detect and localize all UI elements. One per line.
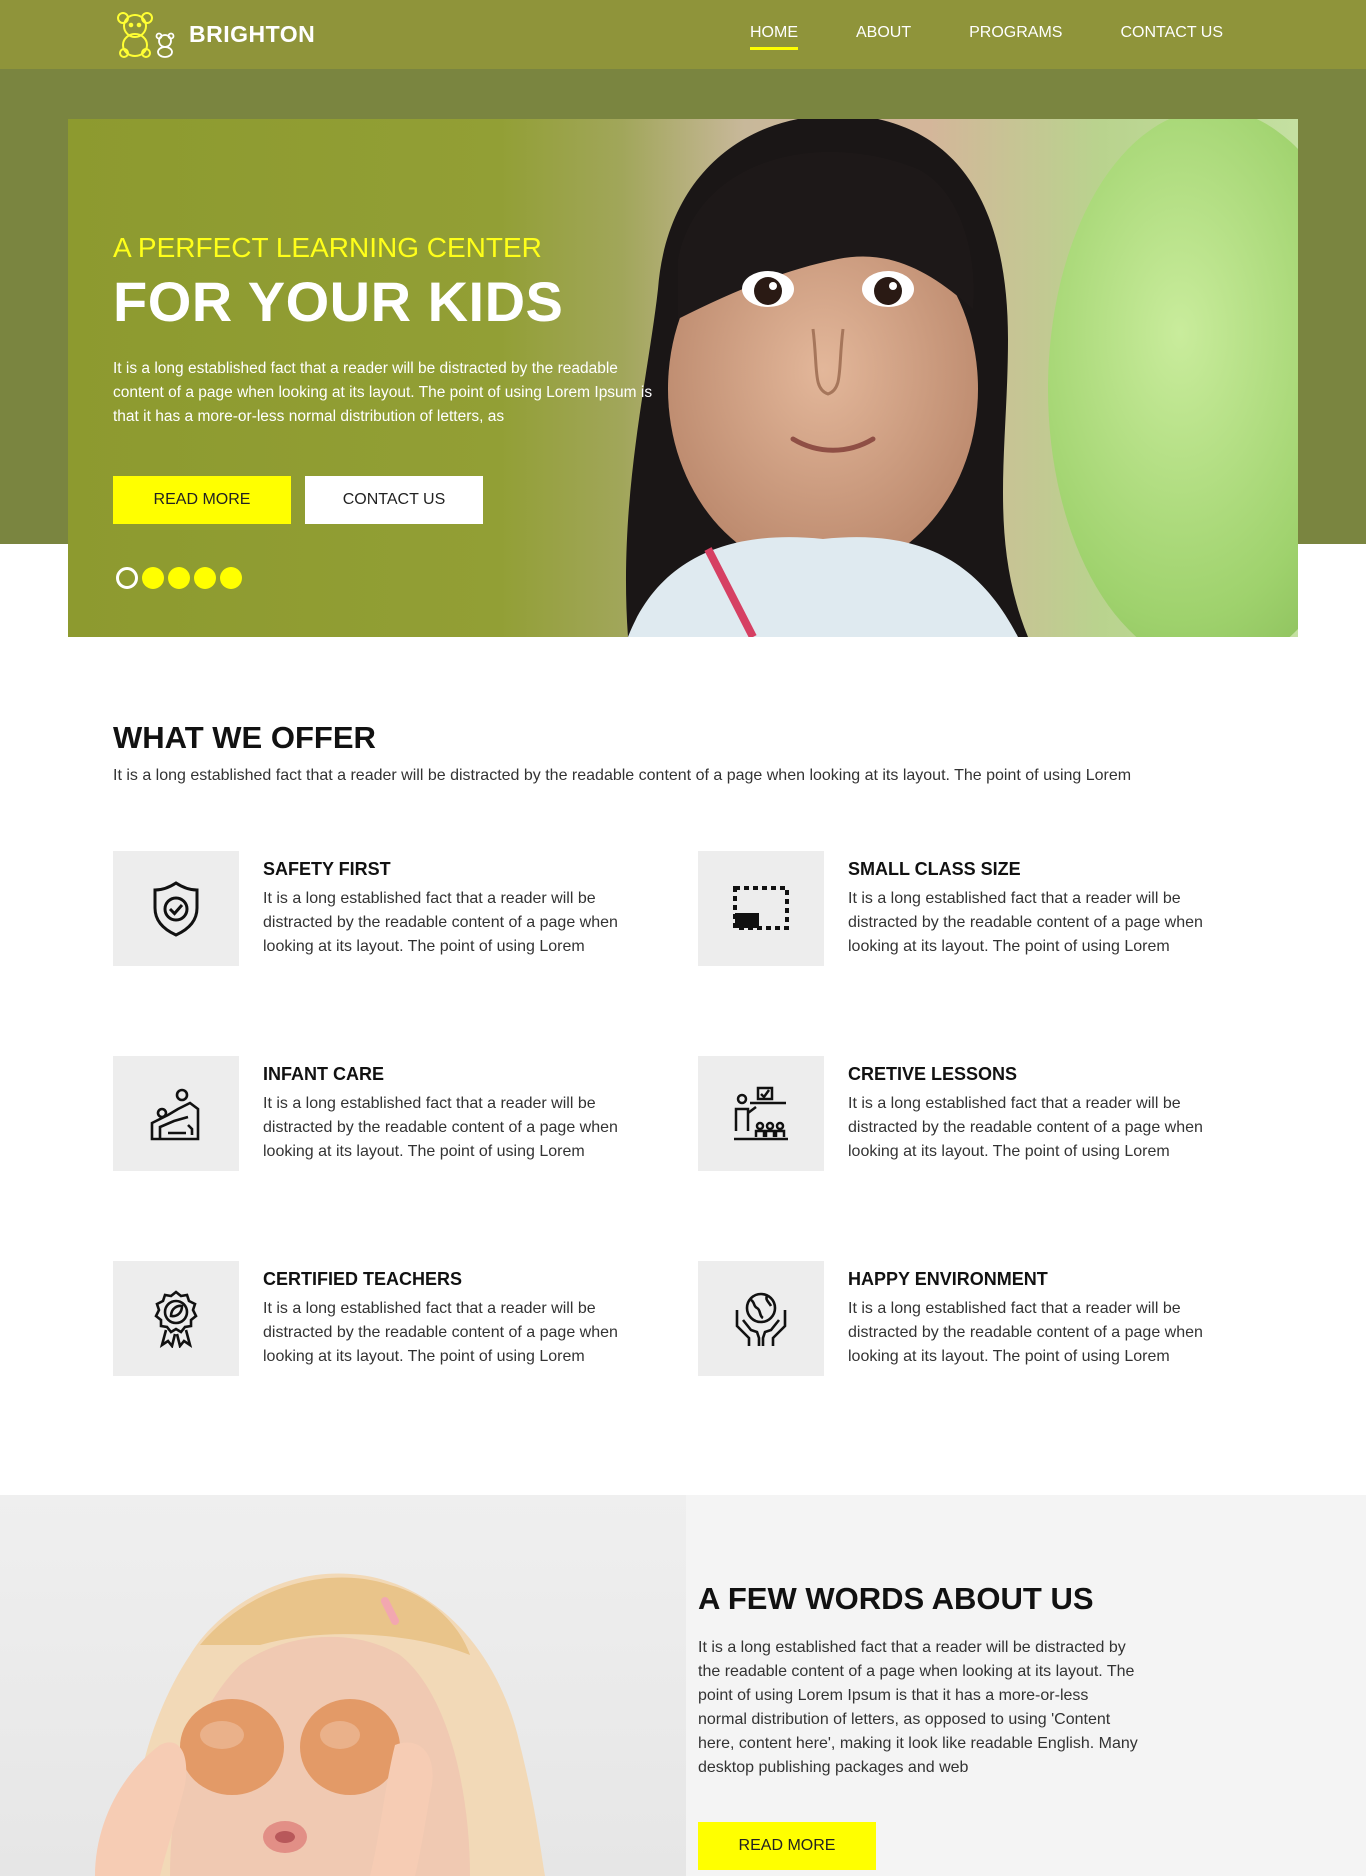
hero-title: FOR YOUR KIDS bbox=[113, 270, 564, 333]
feature-creative-lessons: CRETIVE LESSONS It is a long established… bbox=[698, 1056, 1218, 1176]
girl-with-eggs-photo bbox=[95, 1573, 545, 1876]
hero-slider: A PERFECT LEARNING CENTER FOR YOUR KIDS … bbox=[68, 119, 1298, 637]
slider-dot-1[interactable] bbox=[116, 567, 138, 589]
feature-title: SAFETY FIRST bbox=[263, 859, 391, 879]
earth-hands-icon bbox=[735, 1292, 787, 1346]
slider-dot-2[interactable] bbox=[142, 567, 164, 589]
small-class-size-icon bbox=[733, 885, 789, 930]
offer-title: WHAT WE OFFER bbox=[113, 720, 376, 755]
slider-dot-3[interactable] bbox=[168, 567, 190, 589]
offer-description: It is a long established fact that a rea… bbox=[113, 767, 1132, 784]
feature-safety-first: SAFETY FIRST It is a long established fa… bbox=[113, 851, 633, 971]
feature-infant-care: INFANT CARE It is a long established fac… bbox=[113, 1056, 633, 1176]
brand-name: BRIGHTON bbox=[189, 20, 316, 47]
nav-about[interactable]: ABOUT bbox=[856, 24, 911, 50]
about-photo bbox=[0, 1495, 686, 1876]
feature-text: It is a long established fact that a rea… bbox=[848, 890, 1203, 955]
site-header: BRIGHTON HOME ABOUT PROGRAMS CONTACT US bbox=[0, 0, 1366, 69]
slider-dot-5[interactable] bbox=[220, 567, 242, 589]
about-read-more-button[interactable]: READ MORE bbox=[698, 1822, 876, 1870]
slider-dot-4[interactable] bbox=[194, 567, 216, 589]
shield-check-icon bbox=[153, 880, 199, 937]
hero-text: It is a long established fact that a rea… bbox=[113, 360, 653, 425]
feature-certified-teachers: CERTIFIED TEACHERS It is a long establis… bbox=[113, 1261, 633, 1381]
infant-care-icon bbox=[150, 1088, 200, 1140]
teddy-bear-logo-icon bbox=[117, 12, 175, 58]
nav-programs[interactable]: PROGRAMS bbox=[969, 24, 1062, 50]
feature-text: It is a long established fact that a rea… bbox=[848, 1095, 1203, 1160]
feature-text: It is a long established fact that a rea… bbox=[263, 1300, 618, 1365]
hero-subtitle: A PERFECT LEARNING CENTER bbox=[113, 232, 542, 263]
about-section: A FEW WORDS ABOUT US It is a long establ… bbox=[0, 1495, 1366, 1876]
logo[interactable]: BRIGHTON bbox=[113, 10, 315, 58]
slider-dots bbox=[116, 567, 246, 589]
feature-text: It is a long established fact that a rea… bbox=[848, 1300, 1203, 1365]
feature-title: HAPPY ENVIRONMENT bbox=[848, 1269, 1048, 1289]
nav-contact[interactable]: CONTACT US bbox=[1120, 24, 1223, 50]
feature-title: SMALL CLASS SIZE bbox=[848, 859, 1021, 879]
main-nav: HOME ABOUT PROGRAMS CONTACT US bbox=[692, 24, 1223, 50]
certified-badge-icon bbox=[154, 1289, 198, 1348]
nav-home[interactable]: HOME bbox=[750, 24, 798, 50]
feature-text: It is a long established fact that a rea… bbox=[263, 890, 618, 955]
about-text: It is a long established fact that a rea… bbox=[698, 1639, 1138, 1776]
teacher-lesson-icon bbox=[734, 1086, 788, 1140]
about-title: A FEW WORDS ABOUT US bbox=[698, 1581, 1094, 1616]
feature-title: INFANT CARE bbox=[263, 1064, 384, 1084]
feature-title: CERTIFIED TEACHERS bbox=[263, 1269, 463, 1289]
feature-small-class-size: SMALL CLASS SIZE It is a long establishe… bbox=[698, 851, 1218, 971]
hero-contact-button[interactable]: CONTACT US bbox=[305, 476, 483, 524]
hero-read-more-button[interactable]: READ MORE bbox=[113, 476, 291, 524]
feature-text: It is a long established fact that a rea… bbox=[263, 1095, 618, 1160]
feature-happy-environment: HAPPY ENVIRONMENT It is a long establish… bbox=[698, 1261, 1218, 1381]
feature-title: CRETIVE LESSONS bbox=[848, 1064, 1018, 1084]
